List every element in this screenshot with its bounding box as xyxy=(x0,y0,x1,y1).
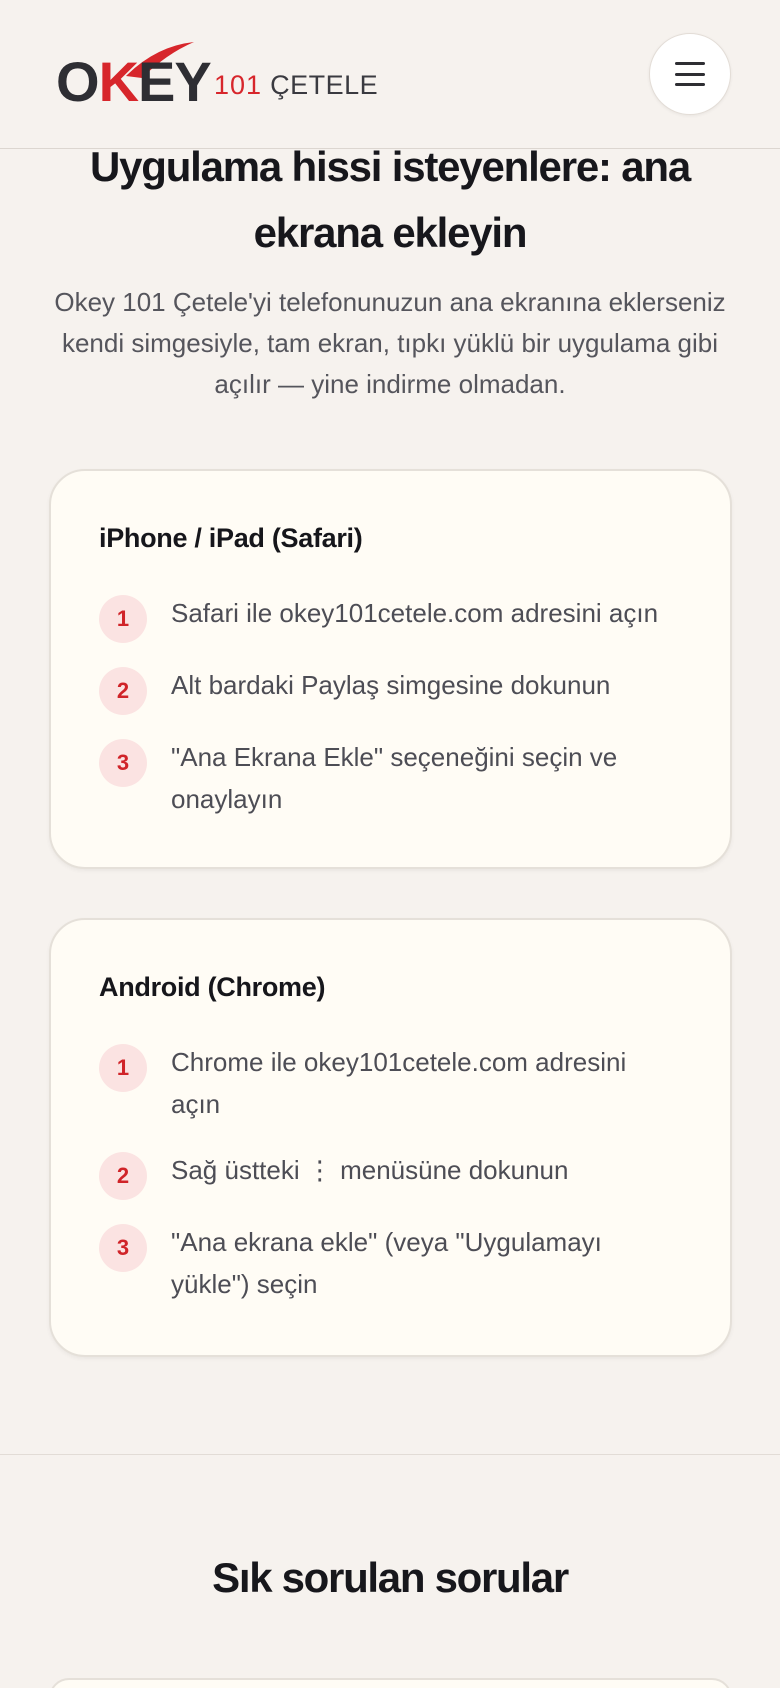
step-number-badge: 3 xyxy=(99,739,147,787)
install-section-description: Okey 101 Çetele'yi telefonunuzun ana ekr… xyxy=(54,287,726,399)
step-number-badge: 2 xyxy=(99,667,147,715)
step-text: "Ana ekrana ekle" (veya "Uygulamayı yükl… xyxy=(171,1227,602,1299)
step-number-badge: 1 xyxy=(99,595,147,643)
logo-number: 101 xyxy=(214,70,263,100)
logo-subtitle-text: ÇETELE xyxy=(270,70,379,100)
step-number-badge: 3 xyxy=(99,1224,147,1272)
step-text: Sağ üstteki ⋮ menüsüne dokunun xyxy=(171,1155,569,1185)
android-instructions-card: Android (Chrome) 1 Chrome ile okey101cet… xyxy=(49,918,732,1357)
site-header: OKEY 101 ÇETELE xyxy=(0,0,780,149)
logo-subtitle: 101 ÇETELE xyxy=(214,70,378,100)
hamburger-menu-icon xyxy=(675,62,705,86)
step-text: Alt bardaki Paylaş simgesine dokunun xyxy=(171,670,611,700)
section-divider xyxy=(0,1454,780,1455)
ios-card-title: iPhone / iPad (Safari) xyxy=(99,523,363,553)
ios-instructions-card: iPhone / iPad (Safari) 1 Safari ile okey… xyxy=(49,469,732,869)
step-text: Chrome ile okey101cetele.com adresini aç… xyxy=(171,1047,627,1119)
install-section-title: Uygulama hissi isteyenlere: ana ekrana e… xyxy=(89,143,691,256)
logo-letter-k: K xyxy=(98,50,139,113)
menu-button[interactable] xyxy=(649,33,731,115)
logo-wordmark: OKEY xyxy=(56,50,212,113)
logo-letter-o: O xyxy=(56,50,100,113)
page: OKEY 101 ÇETELE Uygulama hissi isteyenle… xyxy=(0,0,780,1688)
faq-item[interactable] xyxy=(49,1678,732,1688)
step-text: "Ana Ekrana Ekle" seçeneğini seçin ve on… xyxy=(171,742,618,814)
logo-letters-ey: EY xyxy=(138,50,212,113)
faq-section-title: Sık sorulan sorular xyxy=(212,1554,569,1601)
step-text: Safari ile okey101cetele.com adresini aç… xyxy=(171,598,659,628)
step-number-badge: 1 xyxy=(99,1044,147,1092)
site-logo[interactable]: OKEY 101 ÇETELE xyxy=(56,40,378,113)
android-card-title: Android (Chrome) xyxy=(99,972,326,1002)
step-number-badge: 2 xyxy=(99,1152,147,1200)
